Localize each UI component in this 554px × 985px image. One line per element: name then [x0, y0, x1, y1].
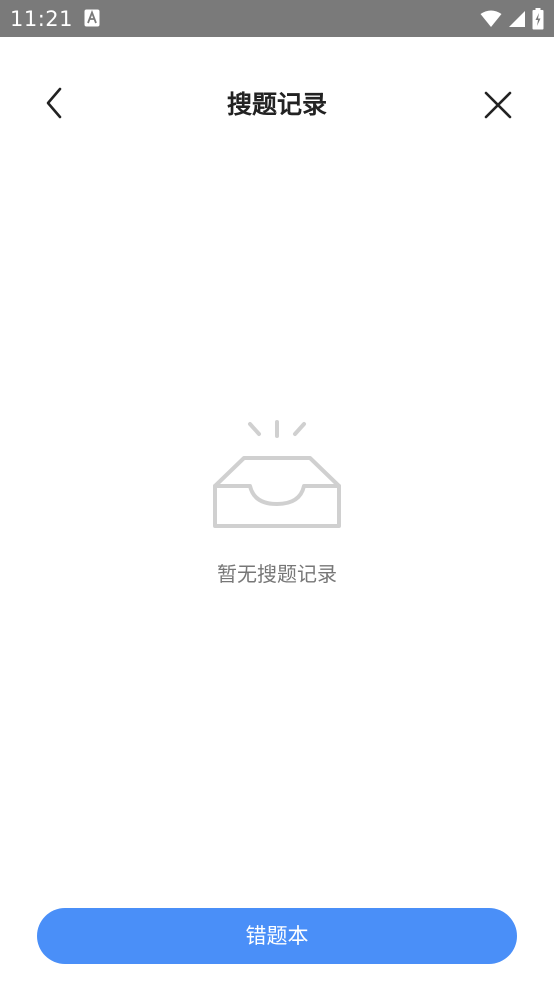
- empty-state: 暂无搜题记录: [0, 410, 554, 600]
- close-icon: [484, 91, 512, 119]
- wrong-book-button[interactable]: 错题本: [37, 908, 517, 964]
- status-bar: 11:21: [0, 0, 554, 37]
- status-icons: [480, 7, 544, 31]
- close-button[interactable]: [476, 83, 520, 127]
- empty-message: 暂无搜题记录: [217, 562, 337, 586]
- battery-charging-icon: [532, 8, 544, 30]
- signal-icon: [509, 11, 525, 27]
- page-title: 搜题记录: [226, 90, 327, 119]
- wifi-icon: [480, 10, 502, 27]
- text-a-icon: [84, 9, 100, 27]
- status-time: 11:21: [10, 7, 74, 31]
- header: 搜题记录: [0, 37, 554, 170]
- empty-inbox-icon: [213, 420, 341, 528]
